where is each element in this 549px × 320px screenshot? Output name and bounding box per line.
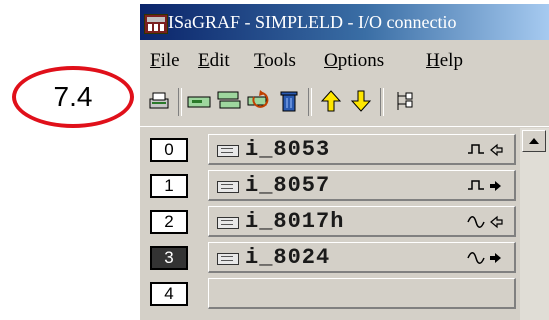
slot-number[interactable]: 4 <box>150 282 188 306</box>
slot-number[interactable]: 1 <box>150 174 188 198</box>
io-board-icon <box>217 145 239 157</box>
menu-bar: File Edit Tools Options Help <box>140 40 549 82</box>
slot-row[interactable]: 3 i_8024 <box>140 240 549 276</box>
io-slot-list: 0 i_8053 1 i_8057 2 i_8017h 3 i_8024 4 <box>140 128 549 320</box>
title-bar[interactable]: ISaGRAF - SIMPLELD - I/O connectio <box>140 4 549 40</box>
move-up-button[interactable] <box>318 88 344 114</box>
io-board-icon <box>217 253 239 265</box>
move-down-button[interactable] <box>348 88 374 114</box>
slot-number[interactable]: 0 <box>150 138 188 162</box>
slot-number[interactable]: 2 <box>150 210 188 234</box>
toolbar-separator <box>308 88 312 116</box>
io-board-icon <box>217 217 239 229</box>
menu-edit[interactable]: Edit <box>198 50 230 72</box>
annotation-callout: 7.4 <box>12 66 134 128</box>
delete-icon <box>280 91 298 112</box>
window-title: ISaGRAF - SIMPLELD - I/O connectio <box>168 12 457 32</box>
slot-row[interactable]: 1 i_8057 <box>140 168 549 204</box>
input-arrow-icon <box>490 215 503 229</box>
io-board-icon <box>217 181 239 193</box>
output-arrow-icon <box>490 181 501 191</box>
board-name: i_8024 <box>245 245 331 270</box>
board-name: i_8053 <box>245 137 331 162</box>
empty-board-cell[interactable] <box>208 278 516 309</box>
delete-button[interactable] <box>276 88 302 114</box>
menu-file[interactable]: File <box>150 50 180 72</box>
app-window: ISaGRAF - SIMPLELD - I/O connectio File … <box>140 4 549 320</box>
print-icon <box>149 92 169 109</box>
print-button[interactable] <box>146 88 172 114</box>
scroll-up-button[interactable] <box>522 130 546 152</box>
toolbar-separator <box>178 88 182 116</box>
board-cell[interactable]: i_8017h <box>208 206 516 237</box>
digital-signal-icon <box>468 144 484 154</box>
slot-row[interactable]: 4 <box>140 276 549 312</box>
arrow-down-icon <box>350 90 372 112</box>
output-arrow-icon <box>490 253 501 263</box>
toolbar-separator <box>380 88 384 116</box>
tree-view-button[interactable] <box>390 88 416 114</box>
board-icon <box>187 96 211 108</box>
board-cell[interactable]: i_8024 <box>208 242 516 273</box>
board-cell[interactable]: i_8057 <box>208 170 516 201</box>
slot-number[interactable]: 3 <box>150 246 188 270</box>
refresh-button[interactable] <box>246 88 272 114</box>
insert-board-button[interactable] <box>186 88 212 114</box>
input-arrow-icon <box>490 143 503 157</box>
board-cell[interactable]: i_8053 <box>208 134 516 165</box>
annotation-label: 7.4 <box>53 81 93 112</box>
scroll-up-arrow-icon <box>529 138 539 144</box>
isagraf-app-icon[interactable] <box>144 14 168 34</box>
board-set-icon <box>217 91 241 109</box>
board-name: i_8017h <box>245 209 345 234</box>
analog-signal-icon <box>467 252 485 264</box>
menu-tools[interactable]: Tools <box>254 50 296 72</box>
slot-row[interactable]: 0 i_8053 <box>140 132 549 168</box>
analog-signal-icon <box>467 216 485 228</box>
board-name: i_8057 <box>245 173 331 198</box>
menu-options[interactable]: Options <box>324 50 384 72</box>
digital-signal-icon <box>468 180 484 190</box>
refresh-icon <box>247 90 269 108</box>
vertical-scrollbar[interactable] <box>520 128 549 320</box>
slot-row[interactable]: 2 i_8017h <box>140 204 549 240</box>
board-set-button[interactable] <box>216 88 242 114</box>
toolbar <box>140 82 549 127</box>
arrow-up-icon <box>320 90 342 112</box>
tree-icon <box>397 92 413 110</box>
menu-help[interactable]: Help <box>426 50 463 72</box>
